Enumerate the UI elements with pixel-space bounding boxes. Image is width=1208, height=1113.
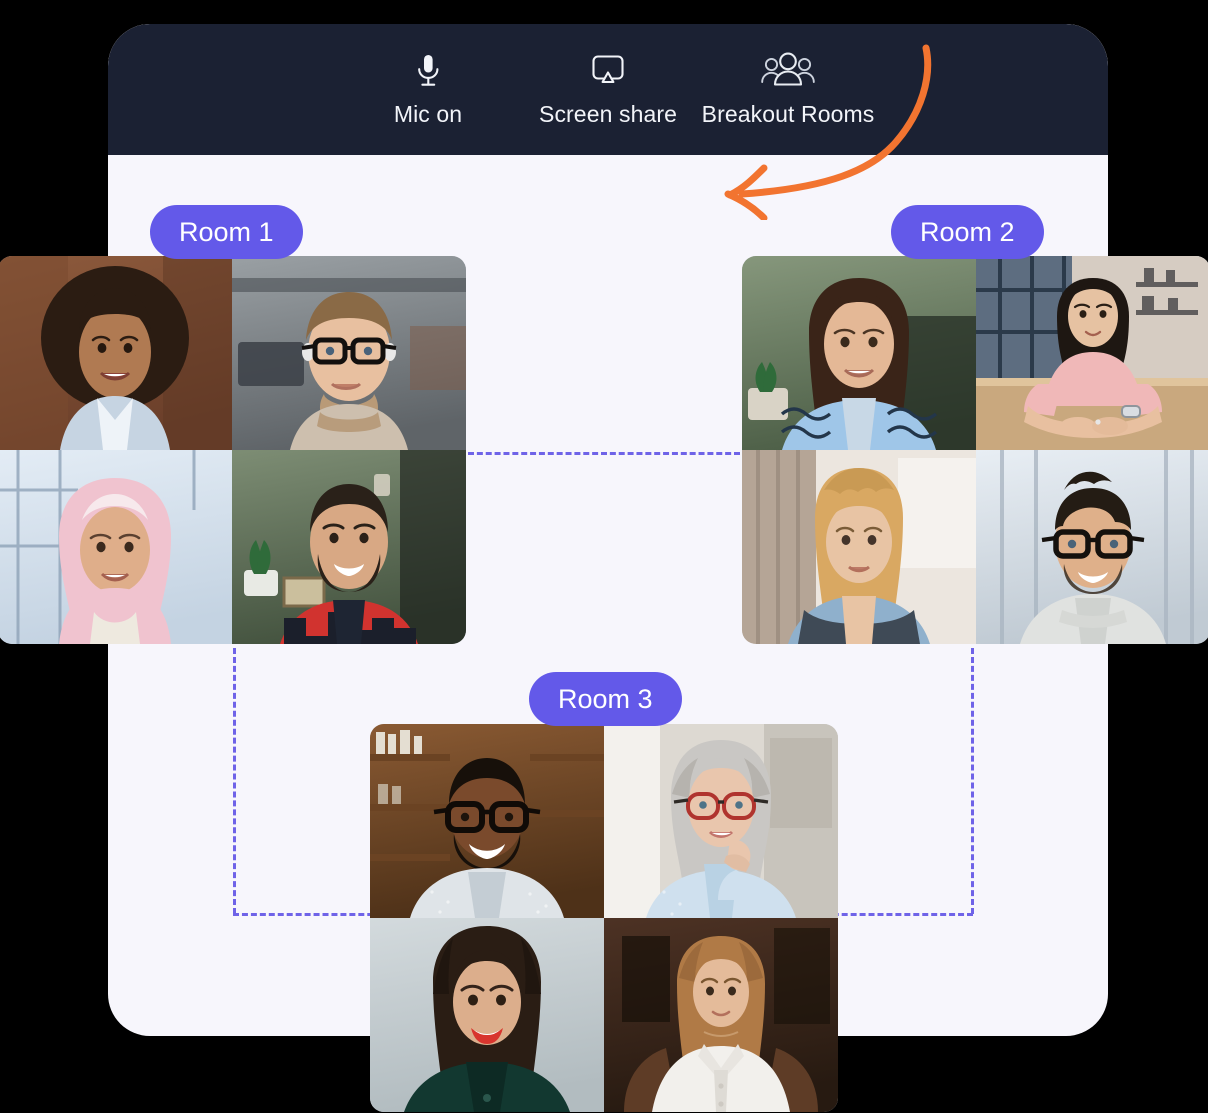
room-2-video-grid (742, 256, 1208, 644)
video-tile-participant-2[interactable] (232, 256, 466, 450)
video-tile-participant-6[interactable] (976, 256, 1208, 450)
video-tile-participant-7[interactable] (742, 450, 976, 644)
video-tile-participant-1[interactable] (0, 256, 232, 450)
mic-toggle-button[interactable]: Mic on (338, 50, 518, 128)
screen-share-button[interactable]: Screen share (518, 50, 698, 128)
video-tile-participant-4[interactable] (232, 450, 466, 644)
breakout-rooms-button[interactable]: Breakout Rooms (698, 50, 878, 128)
room-2-label-text: Room 2 (920, 216, 1015, 247)
room-1-label-pill[interactable]: Room 1 (150, 205, 303, 259)
screen-share-icon (588, 50, 628, 92)
connector-dash-right (971, 648, 974, 914)
room-3-video-grid (370, 724, 838, 1112)
breakout-rooms-label: Breakout Rooms (701, 101, 875, 127)
room-3-label-pill[interactable]: Room 3 (529, 672, 682, 726)
connector-dash-top (468, 452, 740, 455)
mic-toggle-label: Mic on (393, 101, 463, 127)
video-tile-participant-3[interactable] (0, 450, 232, 644)
people-group-icon (759, 50, 817, 92)
video-tile-participant-12[interactable] (604, 918, 838, 1112)
microphone-icon (413, 50, 443, 92)
video-tile-participant-9[interactable] (370, 724, 604, 918)
video-tile-participant-11[interactable] (370, 918, 604, 1112)
room-3-label-text: Room 3 (558, 683, 653, 714)
meeting-toolbar: Mic on Screen share Breakout Rooms (108, 24, 1108, 155)
room-2-label-pill[interactable]: Room 2 (891, 205, 1044, 259)
connector-dash-left (233, 648, 236, 914)
room-1-video-grid (0, 256, 466, 644)
video-tile-participant-5[interactable] (742, 256, 976, 450)
video-tile-participant-8[interactable] (976, 450, 1208, 644)
video-tile-participant-10[interactable] (604, 724, 838, 918)
screen-share-label: Screen share (539, 101, 677, 127)
room-1-label-text: Room 1 (179, 216, 274, 247)
screenshot-stage: Mic on Screen share Breakout Rooms Room … (0, 0, 1208, 1113)
